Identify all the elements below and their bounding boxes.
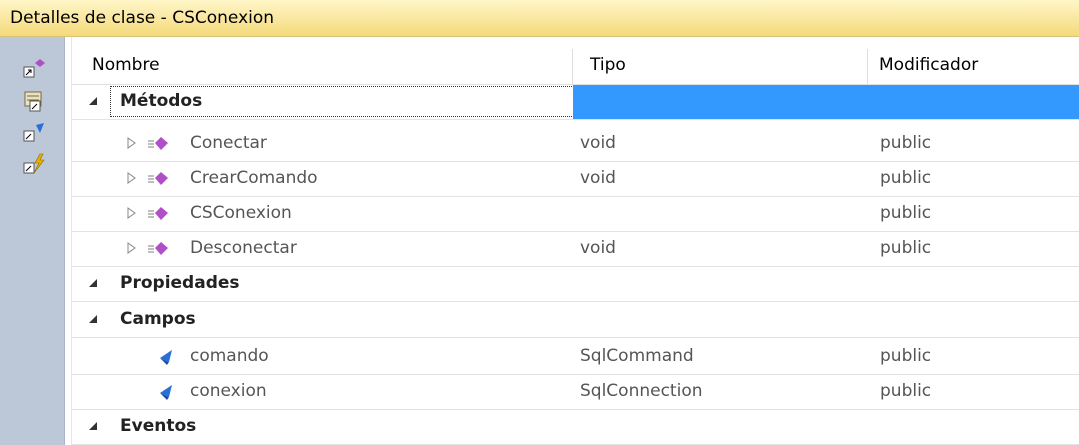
member-name: CSConexion: [190, 203, 292, 223]
collapse-triangle-icon[interactable]: [86, 276, 100, 290]
window-title-bar: Detalles de clase - CSConexion: [0, 0, 1079, 37]
new-event-icon[interactable]: [22, 153, 46, 177]
method-icon: [148, 172, 168, 185]
member-modifier: public: [880, 168, 932, 188]
column-separator[interactable]: [867, 49, 868, 85]
group-row-events[interactable]: Eventos: [72, 410, 1079, 445]
expand-triangle-icon[interactable]: [124, 206, 138, 220]
table-row[interactable]: Conectar void public: [72, 127, 1079, 162]
table-row[interactable]: conexion SqlConnection public: [72, 375, 1079, 410]
expand-triangle-icon[interactable]: [124, 136, 138, 150]
column-separator[interactable]: [572, 49, 573, 85]
expand-triangle-icon[interactable]: [124, 241, 138, 255]
member-type: void: [580, 133, 616, 153]
column-header-type[interactable]: Tipo: [590, 55, 626, 75]
collapse-triangle-icon[interactable]: [86, 419, 100, 433]
member-name: conexion: [190, 381, 267, 401]
window-title: Detalles de clase - CSConexion: [10, 8, 275, 28]
member-type: void: [580, 168, 616, 188]
method-icon: [148, 137, 168, 150]
member-type: SqlCommand: [580, 346, 694, 366]
class-details-toolbar: [0, 37, 65, 445]
member-name: CrearComando: [190, 168, 318, 188]
new-field-icon[interactable]: [22, 121, 46, 145]
collapse-triangle-icon[interactable]: [86, 94, 100, 108]
table-row[interactable]: CrearComando void public: [72, 162, 1079, 197]
member-type: SqlConnection: [580, 381, 703, 401]
method-icon: [148, 242, 168, 255]
group-row-properties[interactable]: Propiedades: [72, 267, 1079, 302]
column-header-name[interactable]: Nombre: [92, 55, 160, 75]
member-modifier: public: [880, 203, 932, 223]
column-header-modifier[interactable]: Modificador: [879, 55, 978, 75]
field-icon: [160, 385, 172, 400]
table-row[interactable]: CSConexion public: [72, 197, 1079, 232]
group-label: Campos: [120, 309, 196, 329]
new-method-icon[interactable]: [22, 57, 46, 81]
table-row[interactable]: comando SqlCommand public: [72, 340, 1079, 375]
member-modifier: public: [880, 346, 932, 366]
expand-triangle-icon[interactable]: [124, 171, 138, 185]
member-name: Desconectar: [190, 238, 297, 258]
group-label: Eventos: [120, 416, 197, 436]
group-row-fields[interactable]: Campos: [72, 303, 1079, 338]
member-name: Conectar: [190, 133, 267, 153]
new-property-icon[interactable]: [22, 89, 46, 113]
member-name: comando: [190, 346, 269, 366]
members-grid: Nombre Tipo Modificador Métodos Conectar…: [71, 37, 1079, 445]
member-modifier: public: [880, 238, 932, 258]
group-label: Propiedades: [120, 273, 240, 293]
member-modifier: public: [880, 133, 932, 153]
selection-highlight: [573, 85, 1079, 119]
method-icon: [148, 207, 168, 220]
member-type: void: [580, 238, 616, 258]
grid-header: Nombre Tipo Modificador: [72, 49, 1079, 85]
group-label: Métodos: [120, 91, 203, 111]
collapse-triangle-icon[interactable]: [86, 312, 100, 326]
field-icon: [160, 350, 172, 365]
group-row-methods[interactable]: Métodos: [72, 85, 1079, 120]
table-row[interactable]: Desconectar void public: [72, 232, 1079, 267]
member-modifier: public: [880, 381, 932, 401]
